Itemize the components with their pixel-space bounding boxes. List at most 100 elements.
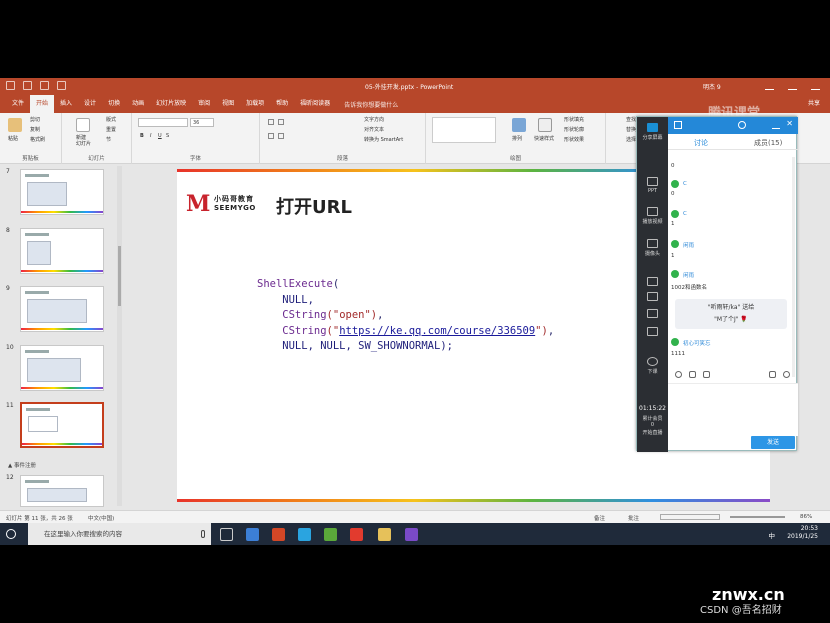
zoom-slider[interactable]	[730, 516, 785, 518]
redo-icon[interactable]	[40, 81, 49, 90]
taskbar-search[interactable]: 在这里输入你要搜索的内容	[28, 523, 211, 545]
maximize-icon[interactable]	[788, 81, 797, 90]
close-icon[interactable]	[811, 81, 820, 90]
ime-indicator[interactable]: 中	[769, 530, 776, 540]
file-explorer-icon[interactable]	[378, 528, 391, 541]
volume-button[interactable]	[637, 292, 668, 303]
user-name[interactable]: 明杰 9	[703, 82, 721, 91]
view-buttons[interactable]	[660, 514, 720, 520]
smartart-button[interactable]: 转换为 SmartArt	[364, 136, 403, 143]
system-clock[interactable]: 20:53 2019/1/25	[787, 525, 818, 541]
italic-icon[interactable]: I	[150, 133, 151, 139]
message-sender[interactable]: C	[671, 180, 791, 188]
scissors-icon[interactable]	[689, 371, 696, 378]
layout-button[interactable]: 版式	[106, 116, 116, 123]
zoom-level[interactable]: 86%	[800, 514, 812, 520]
app-icon[interactable]	[246, 528, 259, 541]
broadcast-button[interactable]	[637, 277, 668, 288]
section-button[interactable]: 节	[106, 136, 111, 143]
shape-outline-button[interactable]: 形状轮廓	[564, 126, 584, 133]
microphone-icon[interactable]	[201, 530, 205, 538]
new-slide-button[interactable]: 新建 幻灯片	[76, 135, 91, 147]
minimize-icon[interactable]	[772, 121, 780, 129]
font-name-field[interactable]	[138, 118, 188, 127]
camera-button[interactable]: 摄像头	[637, 239, 668, 257]
tab-home[interactable]: 开始	[30, 95, 55, 113]
text-direction-button[interactable]: 文字方向	[364, 116, 384, 123]
font-size-field[interactable]: 36	[190, 118, 214, 127]
select-button[interactable]: 选择	[626, 136, 636, 143]
send-button[interactable]: 发送	[751, 436, 795, 449]
ppt-button[interactable]: PPT	[637, 177, 668, 194]
tab-animations[interactable]: 动画	[126, 95, 150, 113]
chat-input[interactable]	[668, 383, 798, 436]
app-icon[interactable]	[298, 528, 311, 541]
replace-button[interactable]: 替换	[626, 126, 636, 133]
message-sender[interactable]: 闲雨	[671, 240, 791, 249]
tab-members[interactable]: 成员(15)	[754, 138, 782, 148]
message-sender[interactable]: C	[671, 210, 791, 218]
copy-button[interactable]: 复制	[30, 126, 40, 133]
thumbnail-scrollbar[interactable]	[117, 166, 122, 506]
image-icon[interactable]	[703, 371, 710, 378]
align-text-button[interactable]: 对齐文本	[364, 126, 384, 133]
align-left-icon[interactable]	[268, 133, 274, 139]
tab-design[interactable]: 设计	[78, 95, 102, 113]
share-screen-button[interactable]: 分享屏幕	[637, 123, 668, 141]
music-button[interactable]	[637, 309, 668, 320]
app-icon[interactable]	[350, 528, 363, 541]
tab-file[interactable]: 文件	[6, 95, 30, 113]
play-video-button[interactable]: 播放视频	[637, 207, 668, 225]
slide-thumbnail-selected[interactable]	[20, 402, 104, 448]
powerpoint-icon[interactable]	[272, 528, 285, 541]
paste-button[interactable]: 粘贴	[8, 135, 18, 142]
quick-styles-button[interactable]: 快速样式	[534, 135, 554, 142]
undo-icon[interactable]	[23, 81, 32, 90]
tab-view[interactable]: 视图	[216, 95, 240, 113]
end-class-button[interactable]: 下课	[637, 357, 668, 375]
tell-me-input[interactable]: 告诉我你想要做什么	[344, 100, 398, 109]
task-view-icon[interactable]	[220, 528, 233, 541]
settings-icon[interactable]	[783, 371, 790, 378]
code-url-link[interactable]: https://ke.qq.com/course/336509	[339, 325, 535, 337]
arrange-icon[interactable]	[512, 118, 526, 132]
new-slide-icon[interactable]	[76, 118, 90, 132]
slide-thumbnail[interactable]	[20, 228, 104, 274]
tab-insert[interactable]: 插入	[54, 95, 78, 113]
bold-icon[interactable]: B	[140, 133, 144, 139]
chat-scrollbar[interactable]	[792, 157, 795, 377]
slide-thumbnail[interactable]	[20, 475, 104, 507]
fullscreen-button[interactable]	[637, 327, 668, 338]
shapes-gallery[interactable]	[432, 117, 496, 143]
tab-addins[interactable]: 加载项	[240, 95, 270, 113]
emoji-icon[interactable]	[675, 371, 682, 378]
paste-icon[interactable]	[8, 118, 22, 132]
save-icon[interactable]	[6, 81, 15, 90]
comments-button[interactable]: 批注	[628, 514, 639, 522]
tab-slideshow[interactable]: 幻灯片放映	[150, 95, 192, 113]
cut-button[interactable]: 剪切	[30, 116, 40, 123]
tab-help[interactable]: 帮助	[270, 95, 294, 113]
language-status[interactable]: 中文(中国)	[88, 514, 114, 522]
numbering-icon[interactable]	[278, 119, 284, 125]
slide-thumbnail[interactable]	[20, 345, 104, 391]
reset-button[interactable]: 重置	[106, 126, 116, 133]
arrange-button[interactable]: 排列	[512, 135, 522, 142]
tab-foxit[interactable]: 福昕阅读器	[294, 95, 336, 113]
members-icon[interactable]	[769, 371, 776, 378]
align-center-icon[interactable]	[278, 133, 284, 139]
share-button[interactable]: 共享	[808, 95, 820, 113]
slide-thumbnail[interactable]	[20, 169, 104, 215]
tab-transitions[interactable]: 切换	[102, 95, 126, 113]
bullets-icon[interactable]	[268, 119, 274, 125]
window-icon[interactable]	[674, 121, 682, 129]
slide-thumbnail[interactable]	[20, 286, 104, 332]
format-painter-button[interactable]: 格式刷	[30, 136, 45, 143]
app-icon[interactable]	[324, 528, 337, 541]
visual-studio-icon[interactable]	[405, 528, 418, 541]
find-button[interactable]: 查找	[626, 116, 636, 123]
cortana-icon[interactable]	[6, 529, 16, 539]
tab-review[interactable]: 审阅	[192, 95, 216, 113]
quick-styles-icon[interactable]	[538, 118, 552, 132]
message-sender[interactable]: 初心可笑忘	[671, 338, 791, 347]
